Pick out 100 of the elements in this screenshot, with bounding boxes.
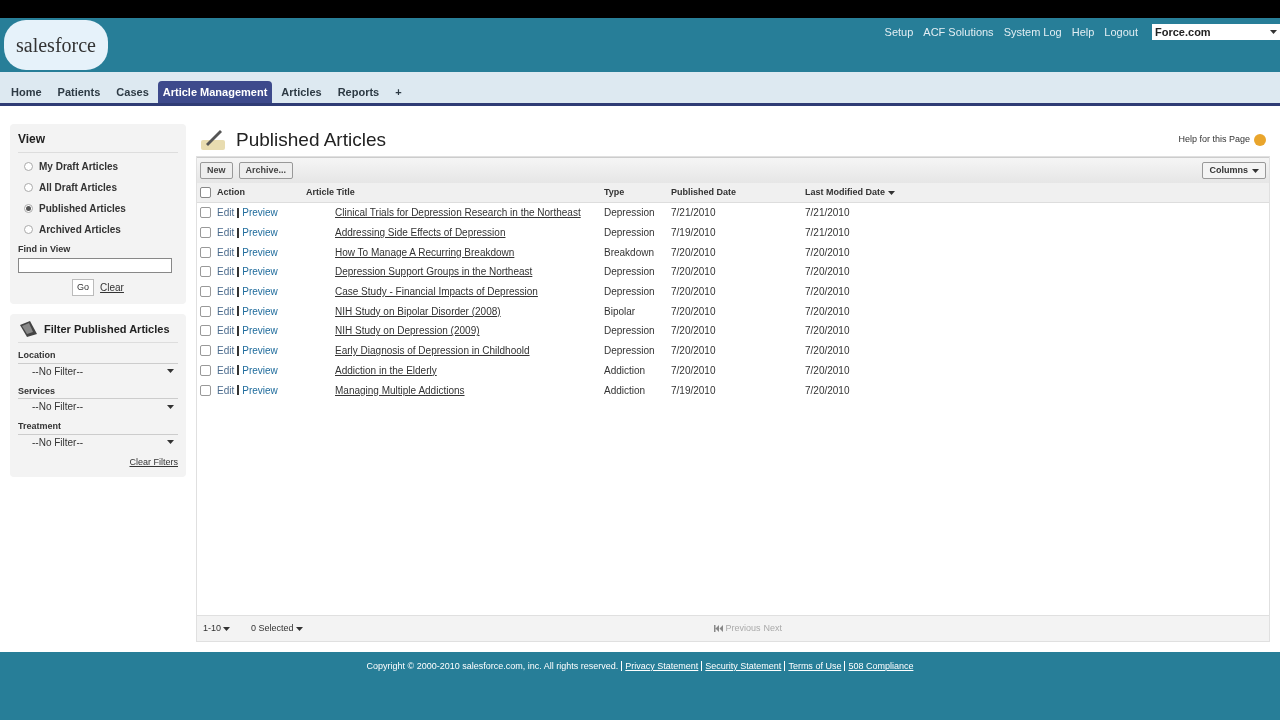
filter-select[interactable]: --No Filter--: [18, 363, 178, 379]
panel-title: Filter Published Articles: [44, 321, 170, 337]
edit-link[interactable]: Edit: [217, 284, 235, 300]
edit-link[interactable]: Edit: [217, 205, 235, 221]
radio-button[interactable]: [24, 225, 33, 234]
go-button[interactable]: Go: [72, 278, 95, 296]
header-link[interactable]: Help: [1071, 24, 1095, 41]
row-checkbox[interactable]: [200, 364, 211, 376]
type-cell-text: Bipolar: [604, 304, 637, 319]
footer-link[interactable]: 508 Compliance: [848, 660, 914, 674]
page-title: Published Articles: [236, 127, 386, 152]
nav-tab[interactable]: Article Management: [157, 81, 273, 103]
clear-filters-link[interactable]: Clear Filters: [129, 455, 178, 469]
edit-link[interactable]: Edit: [217, 264, 235, 280]
radio-button[interactable]: [24, 204, 33, 213]
column-header[interactable]: Published Date: [671, 185, 805, 200]
header-link[interactable]: Setup: [884, 24, 914, 41]
row-checkbox[interactable]: [200, 286, 211, 298]
type-cell-text: Breakdown: [604, 245, 656, 260]
article-title-link[interactable]: NIH Study on Depression (2009): [335, 323, 604, 339]
toolbar-button[interactable]: Archive...: [238, 161, 294, 180]
column-header[interactable]: Type: [604, 185, 671, 200]
edit-link[interactable]: Edit: [217, 343, 235, 359]
row-checkbox[interactable]: [200, 325, 211, 337]
column-header[interactable]: Last Modified Date: [805, 185, 935, 200]
app-select[interactable]: Force.com: [1152, 24, 1280, 41]
page-range-select[interactable]: 1-10: [203, 621, 251, 636]
columns-button[interactable]: Columns: [1202, 161, 1266, 180]
column-header[interactable]: Article Title: [306, 185, 604, 200]
row-checkbox[interactable]: [200, 227, 211, 239]
selection-select[interactable]: 0 Selected: [251, 621, 303, 636]
article-title-link[interactable]: Early Diagnosis of Depression in Childhoold: [335, 343, 604, 359]
row-checkbox[interactable]: [200, 246, 211, 258]
row-checkbox[interactable]: [200, 207, 211, 219]
preview-link[interactable]: Preview: [242, 284, 278, 300]
row-checkbox[interactable]: [200, 384, 211, 396]
edit-link[interactable]: Edit: [217, 225, 235, 241]
clear-link[interactable]: Clear: [100, 279, 124, 295]
row-checkbox[interactable]: [200, 305, 211, 317]
preview-link[interactable]: Preview: [242, 382, 278, 398]
footer-link[interactable]: Security Statement: [705, 660, 782, 674]
preview-link[interactable]: Preview: [242, 323, 278, 339]
nav-tab[interactable]: +: [388, 81, 409, 103]
caret-icon: [223, 626, 230, 631]
preview-link[interactable]: Preview: [242, 362, 278, 378]
field-label: Find in View: [18, 243, 72, 256]
filter-label: Location: [18, 349, 178, 364]
edit-link[interactable]: Edit: [217, 303, 235, 319]
modified-date-cell-text: 7/20/2010: [805, 304, 851, 319]
modified-date-cell-text: 7/20/2010: [805, 344, 851, 359]
edit-link[interactable]: Edit: [217, 244, 235, 260]
type-cell-text: Depression: [604, 344, 656, 359]
nav-tab[interactable]: Articles: [274, 81, 329, 103]
nav-tab[interactable]: Home: [4, 81, 49, 103]
nav-tab[interactable]: Patients: [50, 81, 108, 103]
preview-link[interactable]: Preview: [242, 225, 278, 241]
article-title-link[interactable]: Case Study - Financial Impacts of Depression: [335, 284, 604, 300]
header-link[interactable]: System Log: [1003, 24, 1062, 41]
row-checkbox[interactable]: [200, 345, 211, 357]
first-page-icon[interactable]: [713, 625, 723, 632]
filter-select[interactable]: --No Filter--: [18, 434, 178, 450]
published-date-cell-text: 7/19/2010: [671, 383, 717, 398]
header-link[interactable]: ACF Solutions: [923, 24, 994, 41]
preview-link[interactable]: Preview: [242, 264, 278, 280]
footer-link[interactable]: Terms of Use: [788, 660, 842, 674]
radio-button[interactable]: [24, 162, 33, 171]
preview-link[interactable]: Preview: [242, 303, 278, 319]
logo-text: salesforce: [16, 33, 96, 58]
radio-button[interactable]: [24, 183, 33, 192]
preview-link[interactable]: Preview: [242, 343, 278, 359]
nav-tab[interactable]: Reports: [330, 81, 387, 103]
article-title-link[interactable]: Addiction in the Elderly: [335, 362, 604, 378]
article-title-link[interactable]: Depression Support Groups in the Northeast: [335, 264, 604, 280]
edit-link[interactable]: Edit: [217, 362, 235, 378]
edit-link[interactable]: Edit: [217, 382, 235, 398]
modified-date-cell-text: 7/20/2010: [805, 324, 851, 339]
header-link[interactable]: Logout: [1104, 24, 1138, 41]
preview-link[interactable]: Preview: [242, 244, 278, 260]
edit-link[interactable]: Edit: [217, 323, 235, 339]
article-title-link[interactable]: Clinical Trials for Depression Research in the Northeast: [335, 205, 604, 221]
nav-tab[interactable]: Cases: [109, 81, 156, 103]
filter-label: Services: [18, 384, 178, 399]
article-title-link[interactable]: NIH Study on Bipolar Disorder (2008): [335, 303, 604, 319]
modified-date-cell-text: 7/21/2010: [805, 226, 851, 241]
modified-date-cell-text: 7/20/2010: [805, 383, 851, 398]
article-title-link[interactable]: Addressing Side Effects of Depression: [335, 225, 604, 241]
published-date-cell-text: 7/21/2010: [671, 206, 717, 221]
footer-link[interactable]: Privacy Statement: [625, 660, 699, 674]
select-all-checkbox[interactable]: [200, 187, 211, 198]
column-header[interactable]: Action: [217, 185, 306, 200]
article-title-link[interactable]: How To Manage A Recurring Breakdown: [335, 244, 604, 260]
find-field[interactable]: [18, 257, 172, 273]
help-link[interactable]: Help for this Page: [1178, 133, 1250, 147]
article-title-link[interactable]: Managing Multiple Addictions: [335, 382, 604, 398]
preview-link[interactable]: Preview: [242, 205, 278, 221]
row-checkbox[interactable]: [200, 266, 211, 278]
caret-icon: [295, 626, 303, 631]
filter-select[interactable]: --No Filter--: [18, 399, 178, 414]
published-date-cell-text: 7/20/2010: [671, 363, 717, 378]
toolbar-button[interactable]: New: [200, 161, 233, 180]
